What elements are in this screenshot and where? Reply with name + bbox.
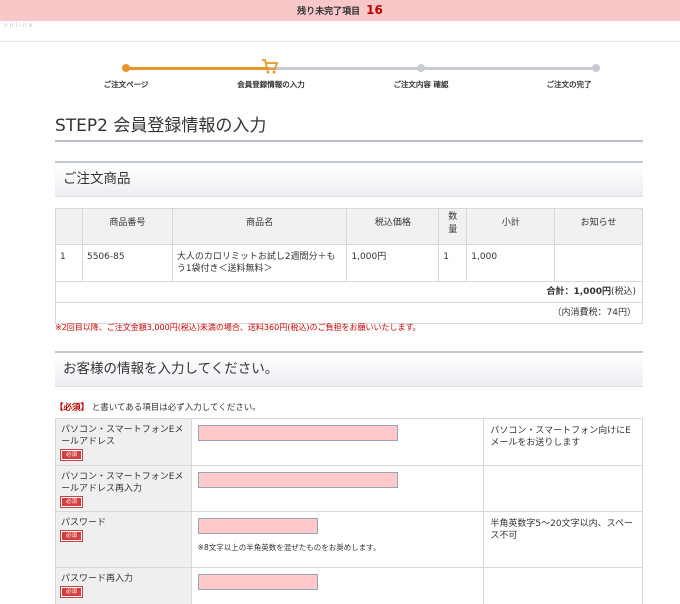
shipping-notice: ※2回目以降、ご注文金額3,000円(税込)未満の場合、送料360円(税込)のご…: [55, 323, 421, 332]
cell-no: 1: [55, 244, 83, 282]
email-input-cell: [190, 418, 485, 466]
required-badge: 必須: [59, 586, 84, 598]
total-suffix: (税込): [610, 287, 636, 297]
required-text: と書いてある項目は必ず入力してください。: [91, 403, 261, 413]
email-confirm-note: [483, 465, 643, 512]
password-confirm-input[interactable]: [197, 574, 318, 590]
col-header-code: 商品番号: [81, 208, 173, 245]
customer-section-header: お客様の情報を入力してください。: [55, 351, 643, 387]
customer-form: パソコン・スマートフォンEメールアドレス 必須 パソコン・スマートフォン向けにE…: [55, 418, 643, 604]
col-header-subtotal: 小計: [466, 208, 556, 245]
step-label-4: ご注文の完了: [546, 80, 592, 89]
page-title: STEP2 会員登録情報の入力: [55, 116, 267, 136]
brand-logo: online: [4, 22, 35, 29]
total-value: 1,000円: [573, 287, 611, 297]
remaining-items-banner: 残り未完了項目 16: [0, 0, 680, 21]
required-badge: 必須: [59, 496, 84, 508]
col-header-info: お知らせ: [554, 208, 643, 245]
email-confirm-label: パソコン・スマートフォンEメールアドレス再入力: [61, 472, 184, 494]
cart-icon: [262, 59, 278, 74]
col-header-name: 商品名: [171, 208, 348, 245]
title-divider: [55, 140, 643, 142]
email-label: パソコン・スマートフォンEメールアドレス: [61, 425, 184, 447]
col-header-no: [55, 208, 83, 245]
order-table-header: 商品番号 商品名 税込価格 数量 小計 お知らせ: [55, 208, 643, 245]
order-table: 商品番号 商品名 税込価格 数量 小計 お知らせ 1 5506-85 大人のカロ…: [55, 208, 643, 324]
cell-price: 1,000円: [346, 244, 440, 282]
password-input-cell: ※8文字以上の半角英数を混ぜたものをお奨めします。: [190, 511, 485, 568]
remaining-items-label: 残り未完了項目: [297, 7, 361, 17]
password-input[interactable]: [197, 518, 318, 534]
progress-track-done: [126, 67, 269, 70]
col-header-qty: 数量: [438, 208, 468, 245]
required-instructions: 【必須】 と書いてある項目は必ず入力してください。: [55, 401, 261, 413]
step-label-3: ご注文内容 確認: [393, 80, 449, 89]
tax-row: （内消費税：74円）: [55, 302, 643, 324]
required-badge: 必須: [59, 530, 84, 542]
cell-info: [554, 244, 643, 282]
email-confirm-label-cell: パソコン・スマートフォンEメールアドレス再入力 必須: [55, 465, 192, 512]
cell-code: 5506-85: [81, 244, 173, 282]
order-section-header: ご注文商品: [55, 161, 643, 197]
required-badge: 必須: [59, 449, 84, 461]
form-row-password: パスワード 必須 ※8文字以上の半角英数を混ぜたものをお奨めします。 半角英数字…: [55, 511, 643, 568]
step-dot-1: [122, 64, 130, 72]
cell-qty: 1: [438, 244, 468, 282]
step-label-1: ご注文ページ: [103, 80, 149, 89]
form-row-password-confirm: パスワード再入力 必須: [55, 567, 643, 604]
header-divider: [0, 41, 680, 42]
cell-subtotal: 1,000: [466, 244, 556, 282]
email-confirm-input-cell: [190, 465, 485, 512]
total-label: 合計：: [546, 287, 574, 297]
step-dot-3: [417, 64, 425, 72]
form-row-email: パソコン・スマートフォンEメールアドレス 必須 パソコン・スマートフォン向けにE…: [55, 418, 643, 466]
form-row-email-confirm: パソコン・スマートフォンEメールアドレス再入力 必須: [55, 465, 643, 512]
email-input[interactable]: [197, 425, 398, 441]
table-row: 1 5506-85 大人のカロリミットお試し2週間分＋もう1袋付き＜送料無料＞ …: [55, 244, 643, 282]
password-label-cell: パスワード 必須: [55, 511, 192, 568]
tax-cell: （内消費税：74円）: [55, 302, 643, 324]
password-hint: ※8文字以上の半角英数を混ぜたものをお奨めします。: [197, 543, 381, 552]
password-label: パスワード: [61, 518, 107, 528]
password-confirm-label-cell: パスワード再入力 必須: [55, 567, 192, 604]
email-note: パソコン・スマートフォン向けにEメールをお送りします: [483, 418, 643, 466]
checkout-progress: ご注文ページ 会員登録情報の入力 ご注文内容 確認 ご注文の完了: [0, 58, 680, 98]
email-label-cell: パソコン・スマートフォンEメールアドレス 必須: [55, 418, 192, 466]
col-header-price: 税込価格: [346, 208, 440, 245]
password-confirm-input-cell: [190, 567, 485, 604]
total-cell: 合計：1,000円(税込): [55, 281, 643, 303]
cell-name: 大人のカロリミットお試し2週間分＋もう1袋付き＜送料無料＞: [171, 244, 348, 282]
step-dot-4: [592, 64, 600, 72]
password-confirm-label: パスワード再入力: [61, 574, 134, 584]
required-mark: 【必須】: [55, 403, 90, 413]
progress-track-todo: [269, 67, 596, 70]
password-note: 半角英数字5〜20文字以内、スペース不可: [483, 511, 643, 568]
total-row: 合計：1,000円(税込): [55, 281, 643, 303]
email-confirm-input[interactable]: [197, 472, 398, 488]
password-confirm-note: [483, 567, 643, 604]
step-label-2: 会員登録情報の入力: [237, 80, 305, 89]
remaining-items-count: 16: [366, 3, 383, 17]
